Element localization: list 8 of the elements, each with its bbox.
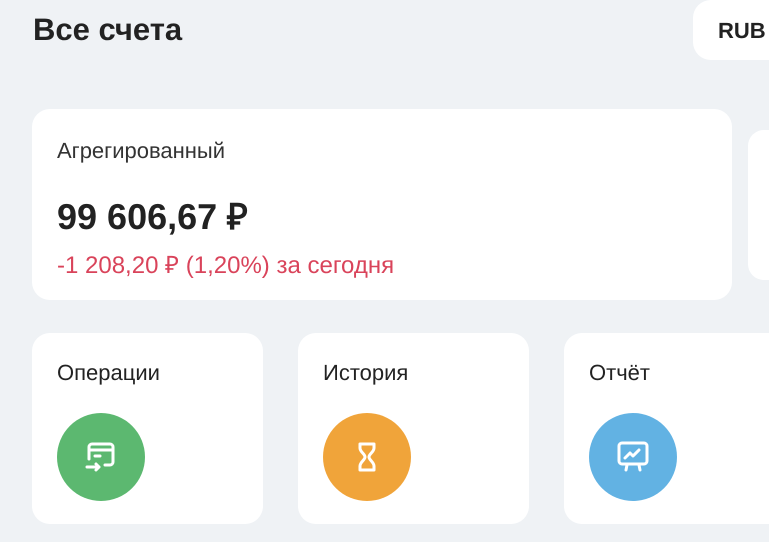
tile-label: Операции	[57, 359, 160, 387]
currency-button[interactable]: RUB	[693, 0, 769, 60]
account-name: Агрегированный	[57, 137, 226, 165]
page-title: Все счета	[33, 11, 182, 49]
daily-change: -1 208,20 ₽ (1,20%) за сегодня	[57, 251, 394, 281]
account-balance: 99 606,67 ₽	[57, 195, 248, 239]
tile-label: Отчёт	[589, 359, 650, 387]
tile-label: История	[323, 359, 408, 387]
